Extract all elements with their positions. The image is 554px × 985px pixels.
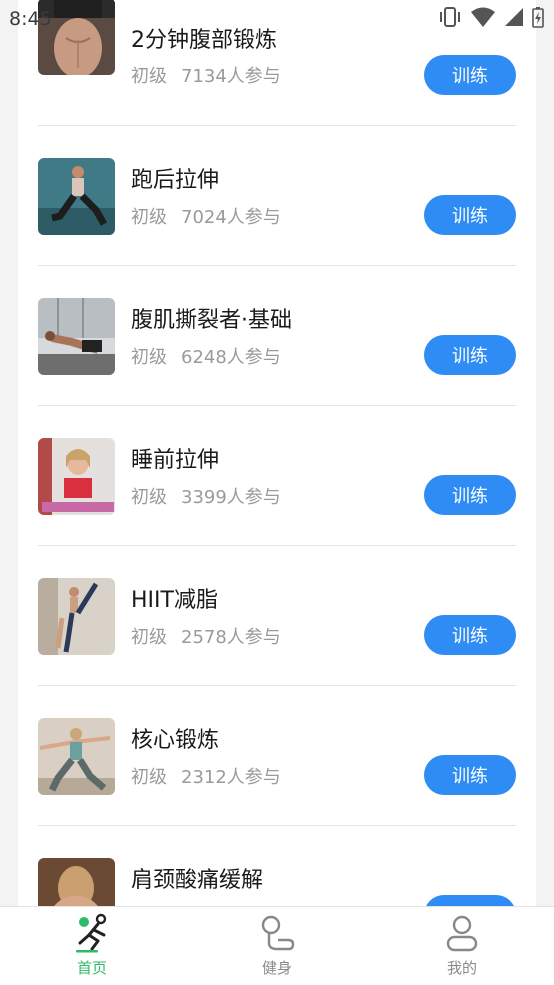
workout-title: 睡前拉伸 — [131, 448, 220, 473]
workout-item[interactable]: 跑后拉伸 初级 7024人参与 训练 — [38, 140, 516, 280]
workout-participants: 3399人参与 — [181, 487, 281, 508]
workout-item[interactable]: 睡前拉伸 初级 3399人参与 训练 — [38, 420, 516, 560]
divider — [38, 825, 516, 826]
workout-title: 跑后拉伸 — [131, 168, 220, 193]
divider — [38, 125, 516, 126]
train-button[interactable]: 训练 — [424, 55, 516, 95]
workout-participants: 2312人参与 — [181, 767, 281, 788]
workout-meta: 初级 2578人参与 — [131, 623, 281, 649]
workout-item[interactable]: 核心锻炼 初级 2312人参与 训练 — [38, 700, 516, 840]
workout-level: 初级 — [131, 627, 167, 648]
tab-fitness[interactable]: 健身 — [217, 907, 337, 985]
workout-thumbnail — [38, 858, 115, 906]
running-icon — [76, 913, 107, 953]
status-bar: 8:45 — [0, 0, 554, 36]
divider — [38, 405, 516, 406]
bottom-tab-bar: 首页 健身 我的 — [0, 906, 554, 985]
workout-title: HIIT减脂 — [131, 588, 218, 613]
train-button[interactable]: 训练 — [424, 475, 516, 515]
train-button[interactable]: 训练 — [424, 195, 516, 235]
workout-level: 初级 — [131, 347, 167, 368]
workout-level: 初级 — [131, 66, 167, 87]
workout-thumbnail — [38, 578, 115, 655]
workout-item[interactable]: 肩颈酸痛缓解 初级 训练 — [38, 840, 516, 906]
workout-meta: 初级 7134人参与 — [131, 62, 281, 88]
workout-item[interactable]: 腹肌撕裂者·基础 初级 6248人参与 训练 — [38, 280, 516, 420]
wifi-icon — [471, 7, 495, 27]
fitness-icon — [261, 915, 295, 951]
status-time: 8:45 — [9, 8, 52, 30]
status-icons — [438, 6, 544, 28]
workout-participants: 2578人参与 — [181, 627, 281, 648]
workout-title: 腹肌撕裂者·基础 — [131, 308, 292, 333]
workout-level: 初级 — [131, 487, 167, 508]
workout-thumbnail — [38, 718, 115, 795]
workout-title: 核心锻炼 — [131, 728, 220, 753]
workout-participants: 7024人参与 — [181, 207, 281, 228]
tab-label: 健身 — [261, 959, 292, 977]
workout-meta: 初级 7024人参与 — [131, 203, 281, 229]
workout-title: 肩颈酸痛缓解 — [131, 868, 264, 893]
divider — [38, 545, 516, 546]
divider — [38, 265, 516, 266]
workout-level: 初级 — [131, 207, 167, 228]
profile-icon — [446, 915, 478, 952]
workout-list: 2分钟腹部锻炼 初级7134人参与 训练 跑后拉伸 初级7024人参与 训练 — [18, 0, 536, 906]
tab-label: 我的 — [446, 959, 477, 977]
signal-icon — [505, 8, 523, 26]
tab-home[interactable]: 首页 — [32, 907, 152, 985]
train-button[interactable]: 训练 — [424, 615, 516, 655]
workout-meta: 初级 3399人参与 — [131, 483, 281, 509]
workout-meta: 初级 2312人参与 — [131, 763, 281, 789]
workout-thumbnail — [38, 438, 115, 515]
workout-participants: 6248人参与 — [181, 347, 281, 368]
workout-level: 初级 — [131, 767, 167, 788]
train-button[interactable]: 训练 — [424, 335, 516, 375]
workout-thumbnail — [38, 298, 115, 375]
train-button[interactable]: 训练 — [424, 755, 516, 795]
train-button[interactable]: 训练 — [424, 895, 516, 906]
workout-meta: 初级 6248人参与 — [131, 343, 281, 369]
vibrate-icon — [440, 7, 460, 27]
divider — [38, 685, 516, 686]
tab-label: 首页 — [76, 959, 107, 977]
workout-participants: 7134人参与 — [181, 66, 281, 87]
tab-profile[interactable]: 我的 — [402, 907, 522, 985]
battery-icon — [532, 7, 544, 28]
workout-item[interactable]: HIIT减脂 初级 2578人参与 训练 — [38, 560, 516, 700]
workout-thumbnail — [38, 158, 115, 235]
